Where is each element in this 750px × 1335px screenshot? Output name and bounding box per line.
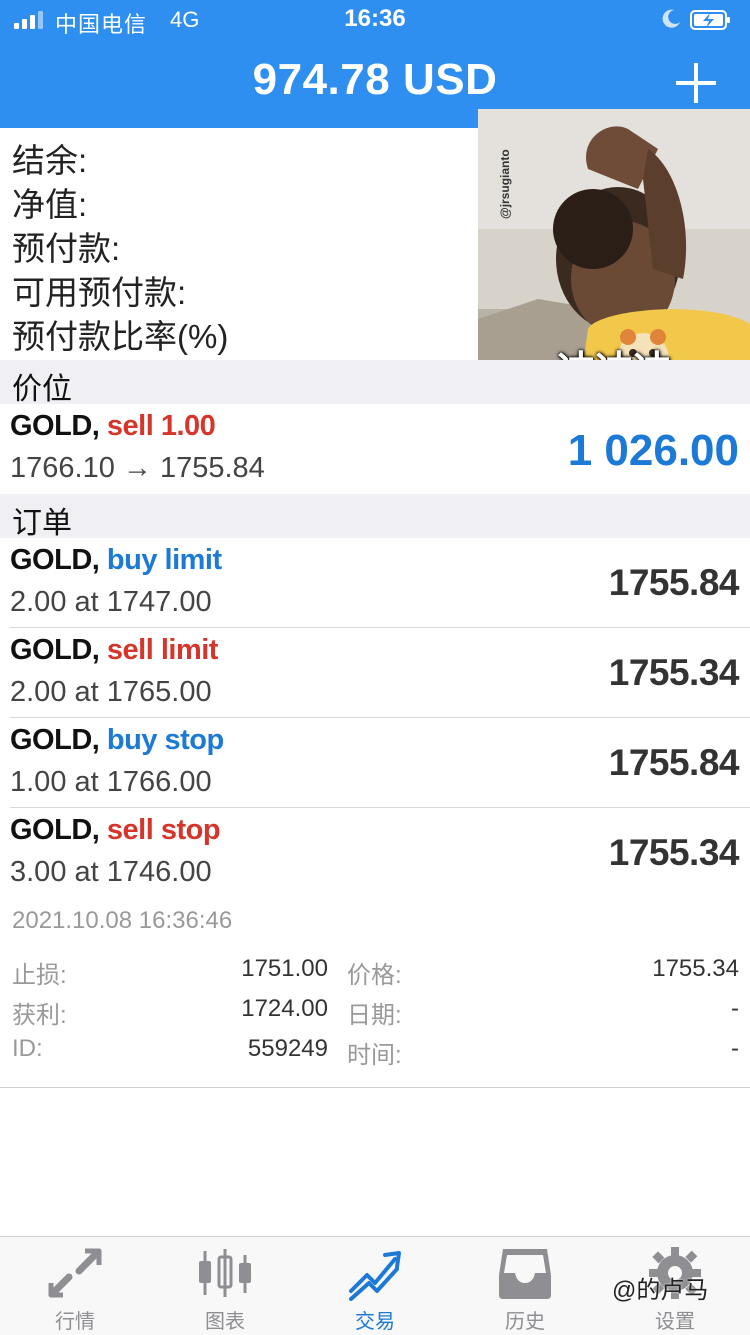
price-value: 1755.34 (652, 955, 739, 982)
tab-history-label: 历史 (505, 1311, 545, 1333)
tab-charts-label: 图表 (205, 1311, 245, 1333)
position-side: sell 1.00 (106, 410, 216, 442)
time-value: - (731, 1035, 739, 1062)
meme-watermark: @jrsugianto (498, 149, 512, 219)
orders-section-header: 订单 (0, 494, 750, 540)
tab-history[interactable]: 历史 (450, 1237, 600, 1335)
positions-section-title: 价位 (12, 373, 72, 406)
order-type: buy limit (106, 544, 222, 576)
order-symbol-line: GOLD, sell stop (10, 814, 221, 847)
order-row[interactable]: GOLD, sell limit 2.00 at 1765.00 1755.34 (0, 628, 750, 717)
order-type: sell stop (106, 814, 221, 846)
order-id-value: 559249 (247, 1035, 328, 1062)
stop-loss-label: 止损: (12, 962, 67, 989)
meme-sticker-image: @jrsugianto 冲冲冲 (478, 109, 750, 400)
status-time: 16:36 (344, 5, 406, 32)
tab-settings-label: 设置 (655, 1311, 695, 1333)
take-profit-value: 1724.00 (241, 995, 328, 1022)
order-current-price: 1755.34 (608, 652, 740, 693)
weibo-watermark: @的卢马 (612, 1277, 709, 1304)
order-type: sell limit (106, 634, 219, 666)
order-symbol: GOLD, (10, 634, 100, 666)
position-row[interactable]: GOLD, sell 1.00 1766.10 → 1755.84 1 026.… (0, 404, 750, 493)
account-equity-title: 974.78 USD (252, 55, 498, 104)
tab-quotes-label: 行情 (55, 1311, 95, 1333)
history-inbox-icon (499, 1249, 551, 1299)
battery-charging-icon (690, 10, 730, 30)
details-divider (0, 1087, 750, 1088)
do-not-disturb-moon-icon (662, 9, 680, 28)
margin-level-label: 预付款比率(%) (12, 318, 229, 355)
order-row[interactable]: GOLD, buy limit 2.00 at 1747.00 1755.84 (0, 538, 750, 627)
order-symbol-line: GOLD, buy stop (10, 724, 224, 757)
price-label: 价格: (347, 962, 402, 989)
position-symbol-line: GOLD, sell 1.00 (10, 410, 216, 443)
order-symbol: GOLD, (10, 544, 100, 576)
order-symbol-line: GOLD, buy limit (10, 544, 222, 577)
position-price-range: 1766.10 → 1755.84 (10, 452, 265, 484)
order-volume-price: 2.00 at 1765.00 (10, 676, 212, 708)
date-label: 日期: (347, 1002, 402, 1029)
status-bar: 中国电信 4G 16:36 (0, 0, 750, 40)
position-profit: 1 026.00 (567, 426, 739, 475)
tab-trade-label: 交易 (355, 1311, 395, 1333)
free-margin-label: 可用预付款: (12, 274, 187, 311)
balance-label: 结余: (12, 142, 88, 179)
time-label: 时间: (347, 1042, 402, 1069)
tab-charts[interactable]: 图表 (150, 1237, 300, 1335)
order-type: buy stop (106, 724, 224, 756)
positions-section-header: 价位 (0, 360, 750, 406)
candlestick-chart-icon (199, 1249, 251, 1297)
margin-label: 预付款: (12, 230, 121, 267)
order-volume-price: 1.00 at 1766.00 (10, 766, 212, 798)
take-profit-label: 获利: (12, 1002, 67, 1029)
tab-quotes[interactable]: 行情 (0, 1237, 150, 1335)
trade-trend-icon (349, 1251, 401, 1301)
position-symbol: GOLD, (10, 410, 100, 442)
order-timestamp: 2021.10.08 16:36:46 (12, 907, 233, 934)
order-symbol: GOLD, (10, 814, 100, 846)
order-volume-price: 2.00 at 1747.00 (10, 586, 212, 618)
order-row[interactable]: GOLD, buy stop 1.00 at 1766.00 1755.84 (0, 718, 750, 807)
order-current-price: 1755.34 (608, 832, 740, 873)
orders-section-title: 订单 (12, 507, 72, 540)
add-order-button[interactable] (671, 58, 721, 108)
equity-label: 净值: (12, 186, 88, 223)
order-current-price: 1755.84 (608, 562, 740, 603)
order-volume-price: 3.00 at 1746.00 (10, 856, 212, 888)
tab-trade[interactable]: 交易 (300, 1237, 450, 1335)
order-row-selected[interactable]: GOLD, sell stop 3.00 at 1746.00 1755.34 (0, 808, 750, 897)
order-details-panel: 2021.10.08 16:36:46 止损: 1751.00 价格: 1755… (0, 897, 750, 1087)
order-symbol-line: GOLD, sell limit (10, 634, 218, 667)
quotes-icon (48, 1248, 102, 1298)
date-value: - (731, 995, 739, 1022)
order-id-label: ID: (12, 1035, 43, 1062)
order-symbol: GOLD, (10, 724, 100, 756)
order-current-price: 1755.84 (608, 742, 740, 783)
stop-loss-value: 1751.00 (241, 955, 328, 982)
